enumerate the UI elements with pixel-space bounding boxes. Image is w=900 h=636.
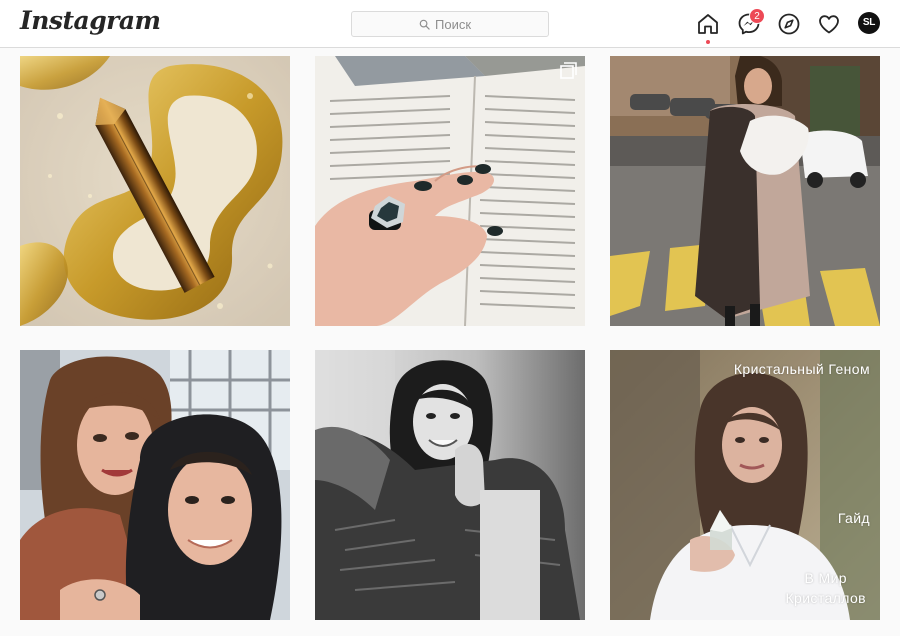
post-overlay-caption: В Мир Кристаллов (785, 568, 866, 608)
search-icon (419, 19, 430, 30)
top-navigation-bar: Instagram 2 SL (0, 0, 900, 48)
post-tile-street-coat[interactable] (610, 56, 880, 326)
post-image (610, 56, 880, 326)
post-image (20, 350, 290, 620)
profile-avatar[interactable]: SL (858, 12, 880, 34)
unread-messages-badge: 2 (749, 8, 765, 24)
instagram-logo[interactable]: Instagram (20, 6, 161, 35)
home-icon (698, 14, 718, 34)
home-button[interactable] (696, 12, 720, 44)
post-overlay-title: Кристальный Геном (733, 361, 870, 377)
post-overlay-caption-line: Кристаллов (785, 590, 866, 606)
explore-icon (778, 13, 800, 35)
activity-button[interactable] (817, 12, 841, 36)
post-overlay-label: Гайд (837, 510, 870, 526)
post-tile-book-ring[interactable] (315, 56, 585, 326)
post-image (20, 56, 290, 326)
post-image (315, 56, 585, 326)
post-tile-crystal-gold[interactable] (20, 56, 290, 326)
heart-icon (819, 15, 839, 34)
search-input[interactable] (435, 16, 481, 32)
post-tile-bw-portrait[interactable] (315, 350, 585, 620)
post-image (315, 350, 585, 620)
search-box[interactable] (351, 11, 549, 37)
post-tile-couple-selfie[interactable] (20, 350, 290, 620)
active-indicator-dot (706, 40, 710, 44)
post-overlay-caption-line: В Мир (804, 570, 847, 586)
post-tile-crystal-guide[interactable]: Кристальный Геном Гайд В Мир Кристаллов (610, 350, 880, 620)
direct-messages-button[interactable]: 2 (737, 8, 765, 36)
explore-button[interactable] (777, 12, 801, 36)
